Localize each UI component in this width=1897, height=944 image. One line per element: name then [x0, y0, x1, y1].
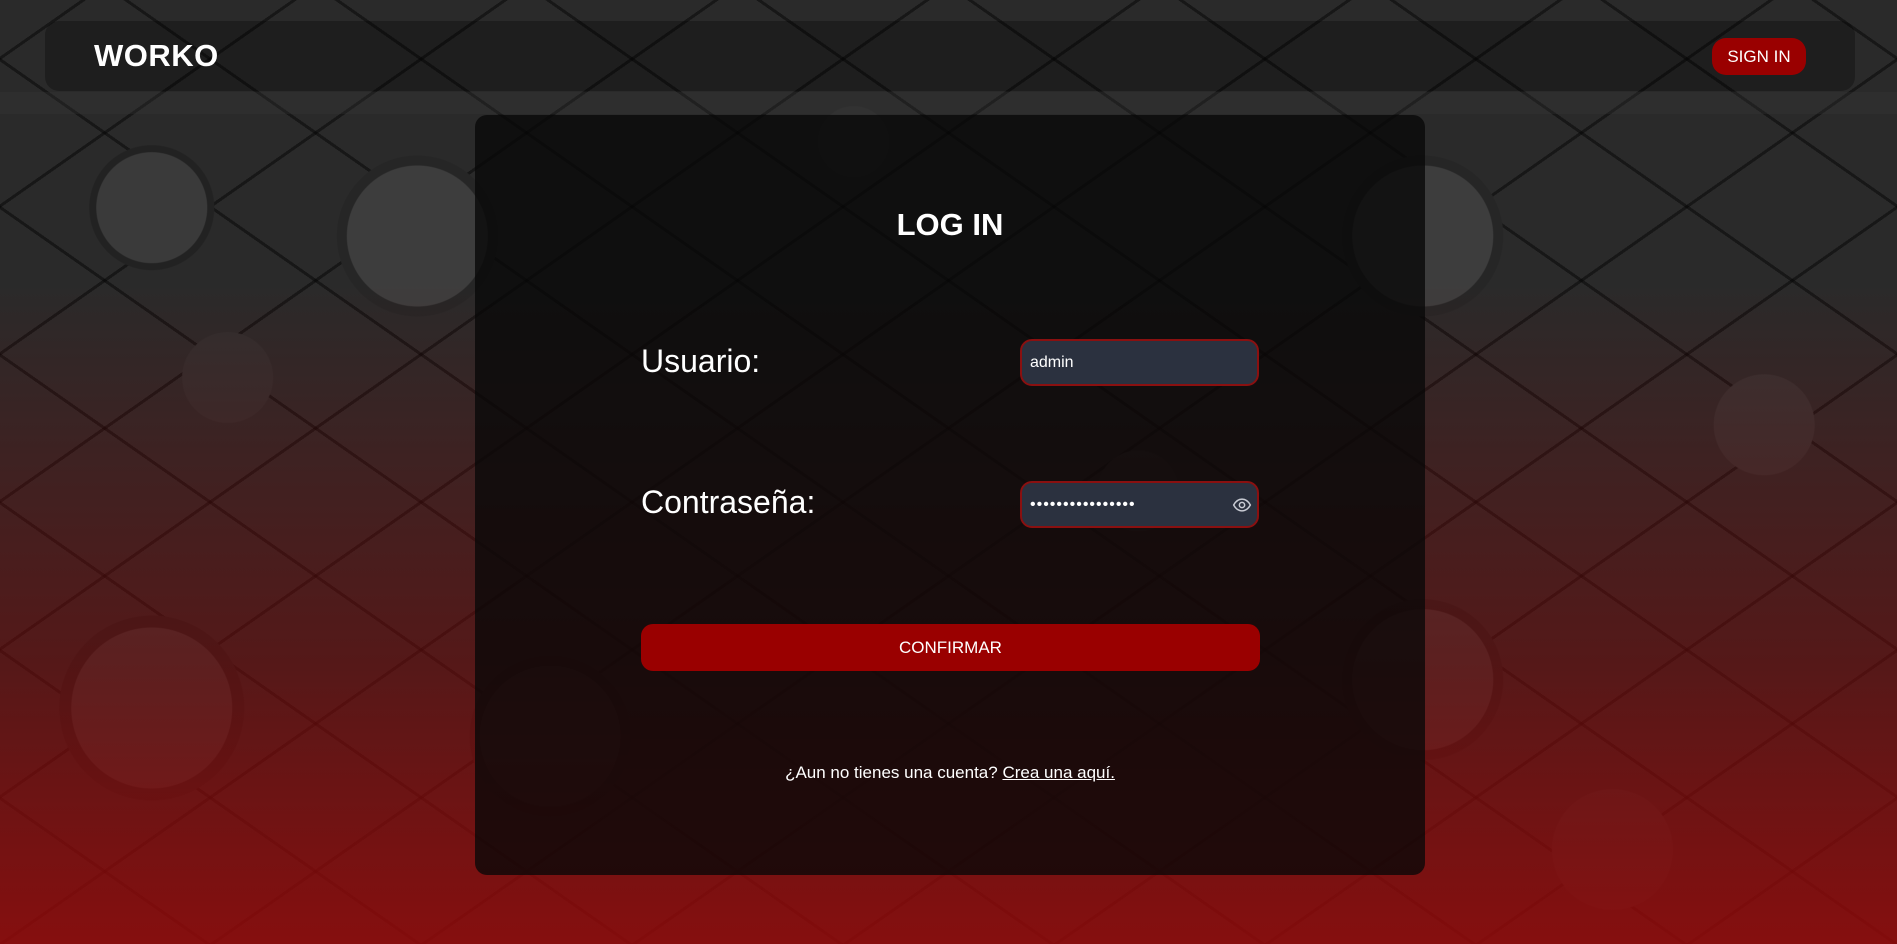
username-label: Usuario:	[641, 343, 761, 379]
eye-icon[interactable]	[1232, 495, 1252, 515]
navbar-shadow	[0, 92, 1897, 114]
brand-logo[interactable]: WORKO	[94, 38, 219, 74]
register-link[interactable]: Crea una aquí.	[1002, 763, 1114, 782]
password-input[interactable]	[1020, 481, 1259, 528]
register-prompt: ¿Aun no tienes una cuenta? Crea una aquí…	[475, 763, 1425, 783]
password-label: Contraseña:	[641, 484, 816, 520]
navbar	[45, 21, 1855, 91]
register-prompt-text: ¿Aun no tienes una cuenta?	[785, 763, 998, 782]
confirm-button[interactable]: CONFIRMAR	[641, 624, 1260, 671]
login-title: LOG IN	[896, 207, 1004, 242]
signin-button[interactable]: SIGN IN	[1712, 38, 1806, 75]
username-input[interactable]	[1020, 339, 1259, 386]
